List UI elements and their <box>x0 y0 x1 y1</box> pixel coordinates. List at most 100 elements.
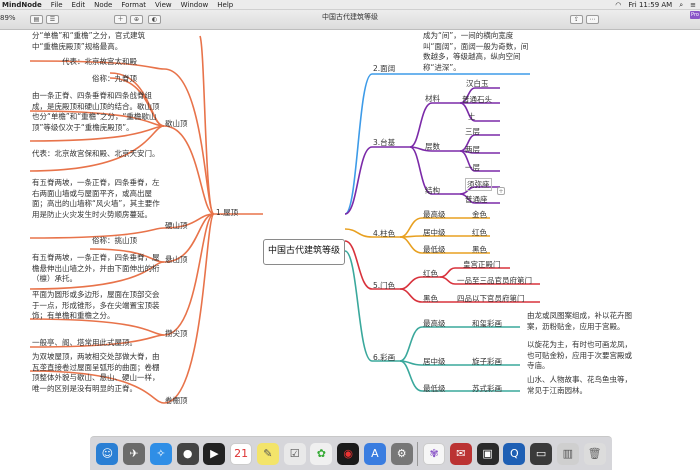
xuanshan-alias[interactable]: 俗称：挑山顶 <box>92 236 162 247</box>
menu-app-name[interactable]: MindNode <box>2 1 42 9</box>
caihua-level[interactable]: 最低级 <box>423 383 446 394</box>
xieshan-desc[interactable]: 由一条正脊、四条垂脊和四条戗脊组成，是庑殿顶和硬山顶的结合。歇山顶也分“单檐”和… <box>32 91 162 133</box>
caihua-desc[interactable]: 以旋花为主，有时也可画龙凤，也可贴金粉，应用于次要宫殿或寺庙。 <box>527 340 639 372</box>
branch-yingshan[interactable]: 硬山顶 <box>165 220 188 231</box>
material-item[interactable]: 汉白玉 <box>466 78 489 89</box>
caihua-desc[interactable]: 山水、人物故事、花鸟鱼虫等，常见于江南园林。 <box>527 375 639 396</box>
zhuse-color[interactable]: 黑色 <box>472 244 487 255</box>
dock-separator <box>417 441 419 466</box>
menu-edit[interactable]: Edit <box>72 1 86 9</box>
branch-xieshan[interactable]: 歇山顶 <box>165 118 188 129</box>
zhuse-level[interactable]: 居中级 <box>423 227 446 238</box>
branch-mianku[interactable]: 2.面阔 <box>373 63 395 74</box>
taiji-material[interactable]: 材料 <box>425 93 440 104</box>
theme-icon[interactable]: ◐ <box>148 15 161 24</box>
branch-cuanjian[interactable]: 攒尖顶 <box>165 328 188 339</box>
structure-item[interactable]: 普通座 <box>465 194 488 205</box>
taiji-layers[interactable]: 层数 <box>425 141 440 152</box>
branch-mense[interactable]: 5.门色 <box>373 280 395 291</box>
layer-item[interactable]: 一层 <box>465 162 480 173</box>
zhuse-level[interactable]: 最高级 <box>423 209 446 220</box>
mense-item[interactable]: 皇宫正殿门 <box>463 259 501 270</box>
zhuse-color[interactable]: 金色 <box>472 209 487 220</box>
mindnode-icon[interactable]: ✾ <box>423 442 446 465</box>
safari-icon[interactable]: ✧ <box>149 442 172 465</box>
add-node-icon[interactable]: ＋ <box>114 15 127 24</box>
search-icon[interactable]: ⌕ <box>679 1 683 10</box>
cuanjian-note[interactable]: 一般亭、阁、塔常用此式屋顶。 <box>32 338 162 349</box>
settings-icon[interactable]: ⚙ <box>390 442 413 465</box>
cuanjian-desc[interactable]: 平面为圆形或多边形，屋面在顶部交会于一点，形成锥形，多在尖端置宝顶装饰；有单檐和… <box>32 290 162 322</box>
folder-icon[interactable]: ▥ <box>556 442 579 465</box>
branch-juanpeng[interactable]: 卷棚顶 <box>165 395 188 406</box>
sidebar-toggle-icon[interactable]: ▤ <box>30 15 43 24</box>
zhuse-color[interactable]: 红色 <box>472 227 487 238</box>
add-child-icon[interactable]: ⊕ <box>130 15 143 24</box>
xieshan-alias[interactable]: 俗称：九脊顶 <box>92 74 162 85</box>
branch-caihua[interactable]: 6.彩画 <box>373 352 395 363</box>
mail-icon[interactable]: ✉ <box>449 442 472 465</box>
xieshan-example[interactable]: 代表：北京故宫保和殿、北京天安门。 <box>32 149 162 160</box>
mianku-note[interactable]: 成为“间”，一间的横向宽度叫“面阔”，面阔一般为奇数，间数越多，等级越高，纵向空… <box>423 31 531 73</box>
material-item[interactable]: 土 <box>468 111 476 122</box>
material-item[interactable]: 普通石头 <box>462 94 492 105</box>
quicktime-icon[interactable]: Q <box>503 442 526 465</box>
menu-view[interactable]: View <box>155 1 172 9</box>
chat-icon[interactable]: ● <box>176 442 199 465</box>
menu-help[interactable]: Help <box>217 1 233 9</box>
structure-item-selected[interactable]: 须弥座 <box>465 178 492 191</box>
layer-item[interactable]: 三层 <box>465 126 480 137</box>
mense-item[interactable]: 一品至三品官员府第门 <box>457 275 532 286</box>
dock: ☺ ✈ ✧ ● ▶ 21 ✎ ☑ ✿ ◉ A ⚙ ✾ ✉ ▣ Q ▭ ▥ 🗑 <box>90 436 612 470</box>
mense-red[interactable]: 红色 <box>423 268 438 279</box>
caihua-name[interactable]: 旋子彩画 <box>472 356 502 367</box>
layer-item[interactable]: 两层 <box>465 144 480 155</box>
notes-icon[interactable]: ✎ <box>256 442 279 465</box>
appstore-icon[interactable]: A <box>363 442 386 465</box>
clock[interactable]: Fri 11:59 AM <box>628 1 672 9</box>
inspector-icon[interactable]: ⋯ <box>586 15 599 24</box>
mind-map-canvas[interactable]: 中国古代建筑等级 2.面阔 成为“间”，一间的横向宽度叫“面阔”，面阔一般为奇数… <box>0 31 700 436</box>
menu-node[interactable]: Node <box>94 1 112 9</box>
branch-xuanshan[interactable]: 悬山顶 <box>165 254 188 265</box>
calendar-icon[interactable]: 21 <box>230 442 253 465</box>
caihua-level[interactable]: 居中级 <box>423 356 446 367</box>
caihua-name[interactable]: 苏式彩画 <box>472 383 502 394</box>
branch-taiji[interactable]: 3.台基 <box>373 137 395 148</box>
branch-zhuse[interactable]: 4.柱色 <box>373 228 395 239</box>
center-node[interactable]: 中国古代建筑等级 <box>263 239 345 265</box>
menu-bar: MindNode File Edit Node Format View Wind… <box>0 0 700 10</box>
outline-icon[interactable]: ☰ <box>46 15 59 24</box>
menu-window[interactable]: Window <box>181 1 209 9</box>
mense-black[interactable]: 黑色 <box>423 293 438 304</box>
wuding-example[interactable]: 代表：北京故宫太和殿 <box>62 57 162 68</box>
yingshan-desc[interactable]: 有五脊两坡，一条正脊，四条垂脊，左右两面山墙或与屋面平齐，或高出屋面；高出的山墙… <box>32 178 162 220</box>
launchpad-icon[interactable]: ✈ <box>123 442 146 465</box>
finder-icon[interactable]: ☺ <box>96 442 119 465</box>
menu-format[interactable]: Format <box>121 1 146 9</box>
window-toolbar: 89% 中国古代建筑等级 ▤ ☰ ＋ ⊕ ◐ ⇪ ⋯ Pro <box>0 10 700 30</box>
davinci-icon[interactable]: ◉ <box>337 442 360 465</box>
xuanshan-desc[interactable]: 有五脊两坡，一条正脊，四条垂脊，屋檐悬伸出山墙之外，并由下面伸出的桁（檩）承托。 <box>32 253 162 285</box>
caihua-level[interactable]: 最高级 <box>423 318 446 329</box>
add-child-icon[interactable]: + <box>497 187 505 195</box>
zhuse-level[interactable]: 最低级 <box>423 244 446 255</box>
caihua-name[interactable]: 和玺彩画 <box>472 318 502 329</box>
wifi-icon[interactable]: ◠ <box>615 1 621 9</box>
reminders-icon[interactable]: ☑ <box>283 442 306 465</box>
trash-icon[interactable]: 🗑 <box>583 442 606 465</box>
juanpeng-desc[interactable]: 为双坡屋顶，两坡相交处部做大脊，由瓦垄直接卷过屋面呈弧形的曲面；卷棚顶整体外貌与… <box>32 352 162 394</box>
pro-badge[interactable]: Pro <box>690 11 700 19</box>
branch-wuding[interactable]: 1.屋顶 <box>216 207 238 218</box>
mense-item[interactable]: 四品以下官员府第门 <box>457 293 525 304</box>
share-icon[interactable]: ⇪ <box>570 15 583 24</box>
taiji-structure[interactable]: 结构 <box>425 185 440 196</box>
menu-list-icon[interactable]: ≡ <box>690 1 696 9</box>
video-icon[interactable]: ▶ <box>203 442 226 465</box>
wuding-note[interactable]: 分“单檐”和“重檐”之分，官式建筑中“重檐庑殿顶”规格最高。 <box>32 31 162 52</box>
app-icon[interactable]: ▭ <box>530 442 553 465</box>
screenshot-icon[interactable]: ▣ <box>476 442 499 465</box>
photos-icon[interactable]: ✿ <box>310 442 333 465</box>
menu-file[interactable]: File <box>51 1 63 9</box>
caihua-desc[interactable]: 由龙或凤图案组成，补以花卉图案，沥粉贴金，应用于宫殿。 <box>527 311 639 332</box>
